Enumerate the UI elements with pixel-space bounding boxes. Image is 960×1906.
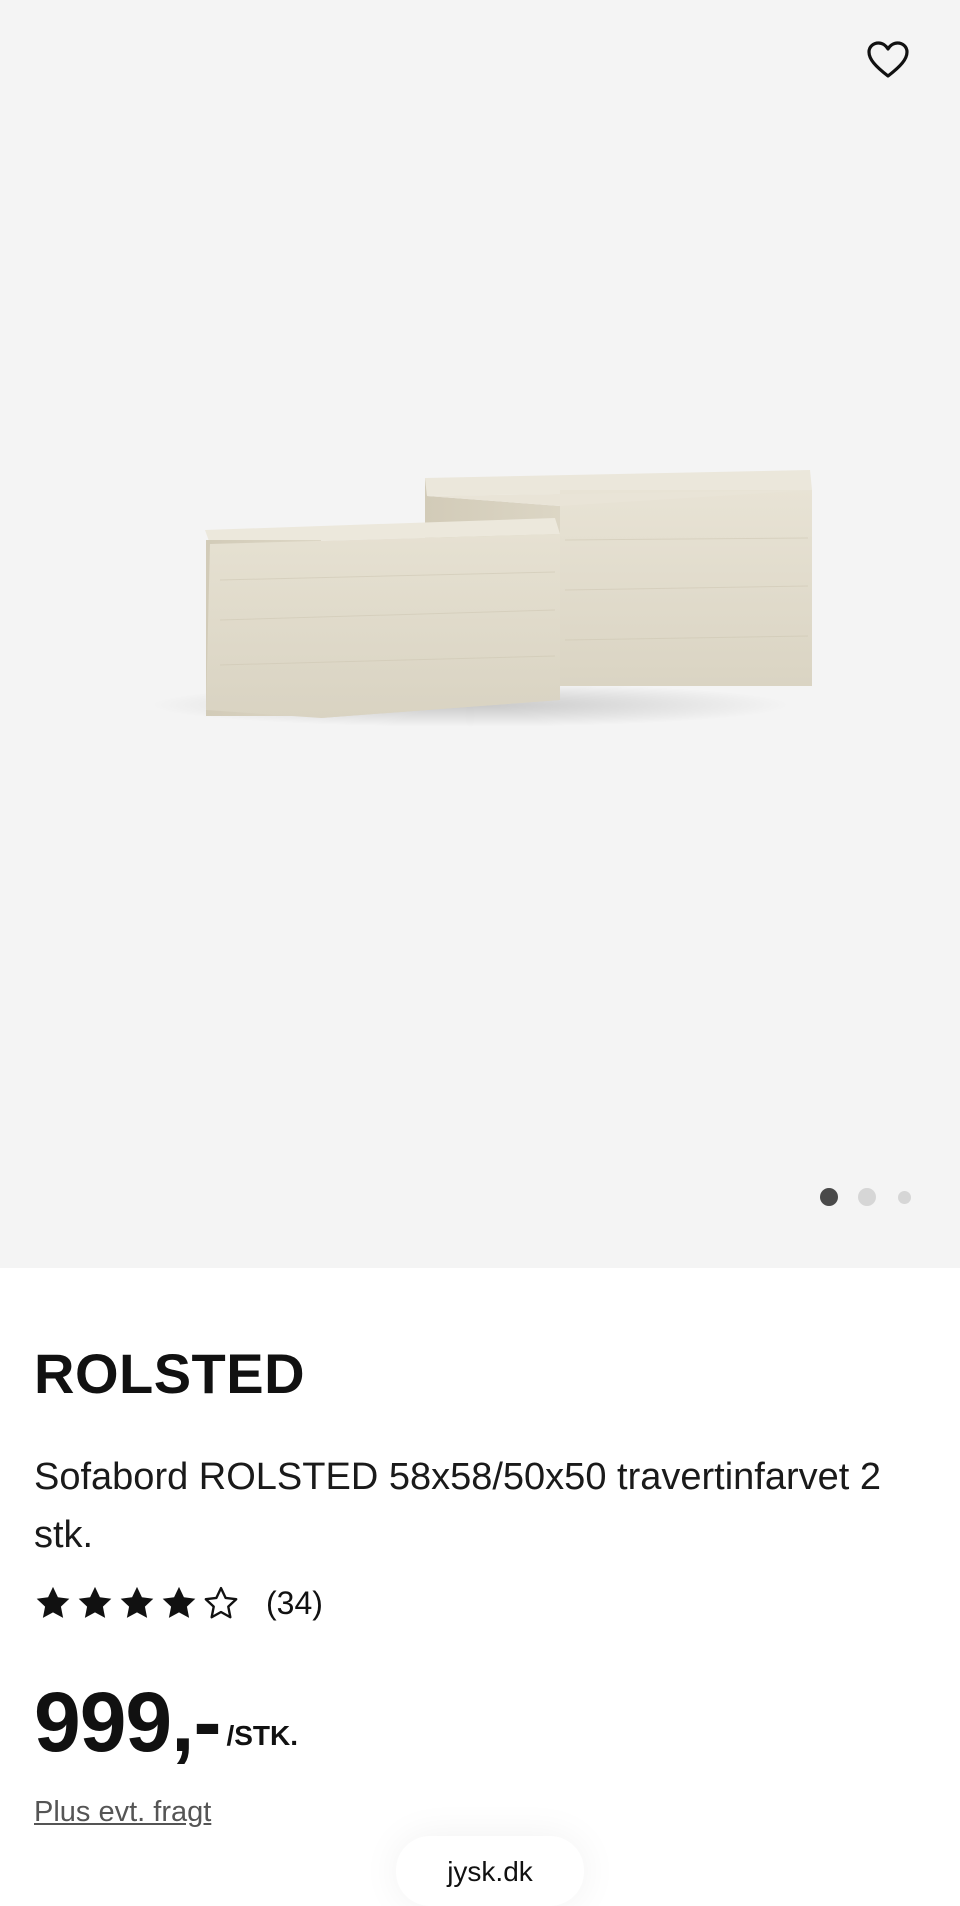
url-text: jysk.dk: [447, 1856, 533, 1887]
product-price: 999,-: [34, 1675, 221, 1769]
gallery-dot-active[interactable]: [820, 1188, 838, 1206]
star-outline-icon: [204, 1586, 238, 1619]
star-filled-icon: [162, 1586, 196, 1618]
gallery-dot[interactable]: [858, 1188, 876, 1206]
heart-icon: [867, 41, 909, 78]
price-row: 999,- /STK.: [34, 1680, 298, 1764]
star-filled-icon: [78, 1586, 112, 1618]
product-brand: ROLSTED: [34, 1342, 306, 1405]
shipping-link[interactable]: Plus evt. fragt: [34, 1796, 211, 1829]
star-filled-icon: [36, 1586, 70, 1618]
rating-stars: [34, 1584, 244, 1622]
star-filled-icon: [120, 1586, 154, 1618]
favorite-button[interactable]: [862, 34, 914, 86]
product-rating[interactable]: (34): [34, 1584, 323, 1622]
product-description: Sofabord ROLSTED 58x58/50x50 travertinfa…: [34, 1456, 882, 1556]
product-image-gallery[interactable]: [0, 0, 960, 1268]
product-image: [150, 470, 812, 727]
gallery-pagination: [820, 1188, 911, 1206]
review-count: (34): [266, 1584, 323, 1621]
gallery-dot[interactable]: [898, 1190, 911, 1204]
price-unit: /STK.: [226, 1720, 299, 1751]
browser-url-bar[interactable]: jysk.dk: [396, 1836, 584, 1906]
